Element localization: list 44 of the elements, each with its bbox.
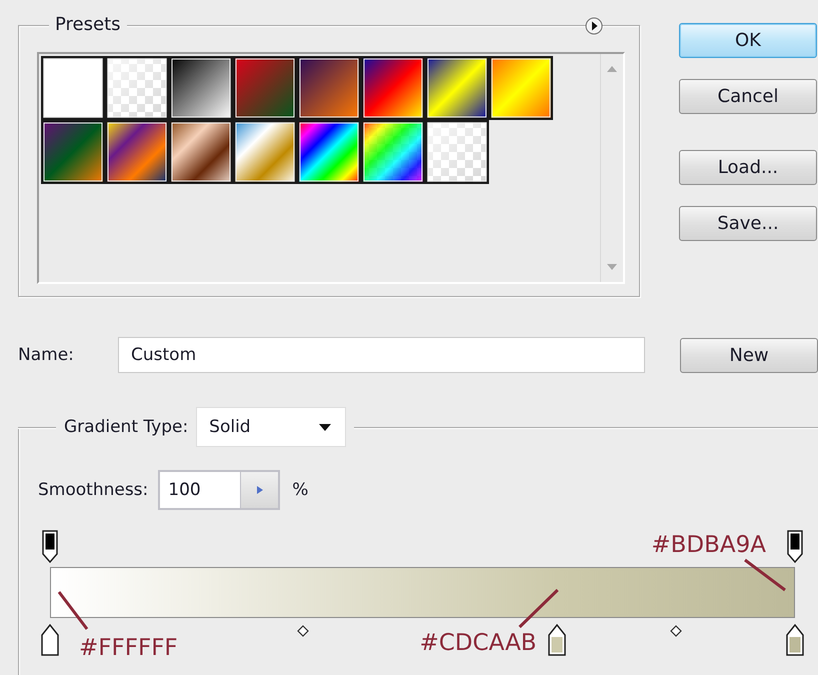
midpoint-icon[interactable] [297, 625, 310, 637]
arrow-icon [256, 486, 263, 494]
gradient-swatch[interactable] [233, 56, 297, 120]
gradient-swatch[interactable] [489, 56, 553, 120]
color-stop-icon[interactable] [786, 624, 804, 656]
dialog-button[interactable]: Cancel [679, 79, 817, 114]
gradient-swatch[interactable] [297, 120, 361, 184]
name-label: Name: [18, 345, 75, 365]
dialog-button[interactable]: Load... [679, 150, 817, 185]
gradient-swatch[interactable] [169, 120, 233, 184]
gradient-type-label: Gradient Type: [64, 417, 188, 437]
name-field[interactable]: Custom [118, 337, 645, 373]
color-stop-icon[interactable] [548, 624, 566, 656]
gradient-swatch[interactable] [425, 56, 489, 120]
dialog-button[interactable]: OK [679, 23, 817, 58]
gradient-swatch[interactable] [41, 120, 105, 184]
color-annotation: #BDBA9A [651, 534, 766, 557]
dropdown-caret-icon [319, 424, 332, 430]
color-annotation: #FFFFFF [79, 637, 178, 660]
gradient-swatch[interactable] [233, 120, 297, 184]
percent-label: % [292, 480, 308, 500]
gradient-swatch[interactable] [105, 120, 169, 184]
leader-line [518, 588, 559, 628]
gradient-swatch[interactable] [169, 56, 233, 120]
dialog-button[interactable]: Save... [679, 206, 817, 241]
color-annotation: #CDCAAB [420, 632, 537, 655]
gradient-swatch[interactable] [297, 56, 361, 120]
gradient-swatch[interactable] [105, 56, 169, 120]
gradient-swatch[interactable] [361, 120, 425, 184]
color-stop-icon[interactable] [41, 624, 59, 656]
opacity-stop-icon[interactable] [787, 530, 803, 563]
midpoint-icon[interactable] [670, 625, 682, 637]
gradient-type-dropdown[interactable]: Solid [196, 407, 346, 447]
leader-line [58, 591, 88, 630]
opacity-stop-icon[interactable] [42, 530, 58, 563]
slider-popup-button[interactable] [240, 470, 280, 510]
leader-line [744, 558, 786, 592]
gradient-swatch[interactable] [41, 56, 105, 120]
smoothness-field[interactable]: 100 [158, 470, 240, 510]
new-button[interactable]: New [680, 338, 818, 372]
gradient-swatch[interactable] [361, 56, 425, 120]
gradient-swatch[interactable] [425, 120, 489, 184]
menu-icon[interactable] [585, 17, 603, 35]
smoothness-label: Smoothness: [38, 480, 148, 500]
